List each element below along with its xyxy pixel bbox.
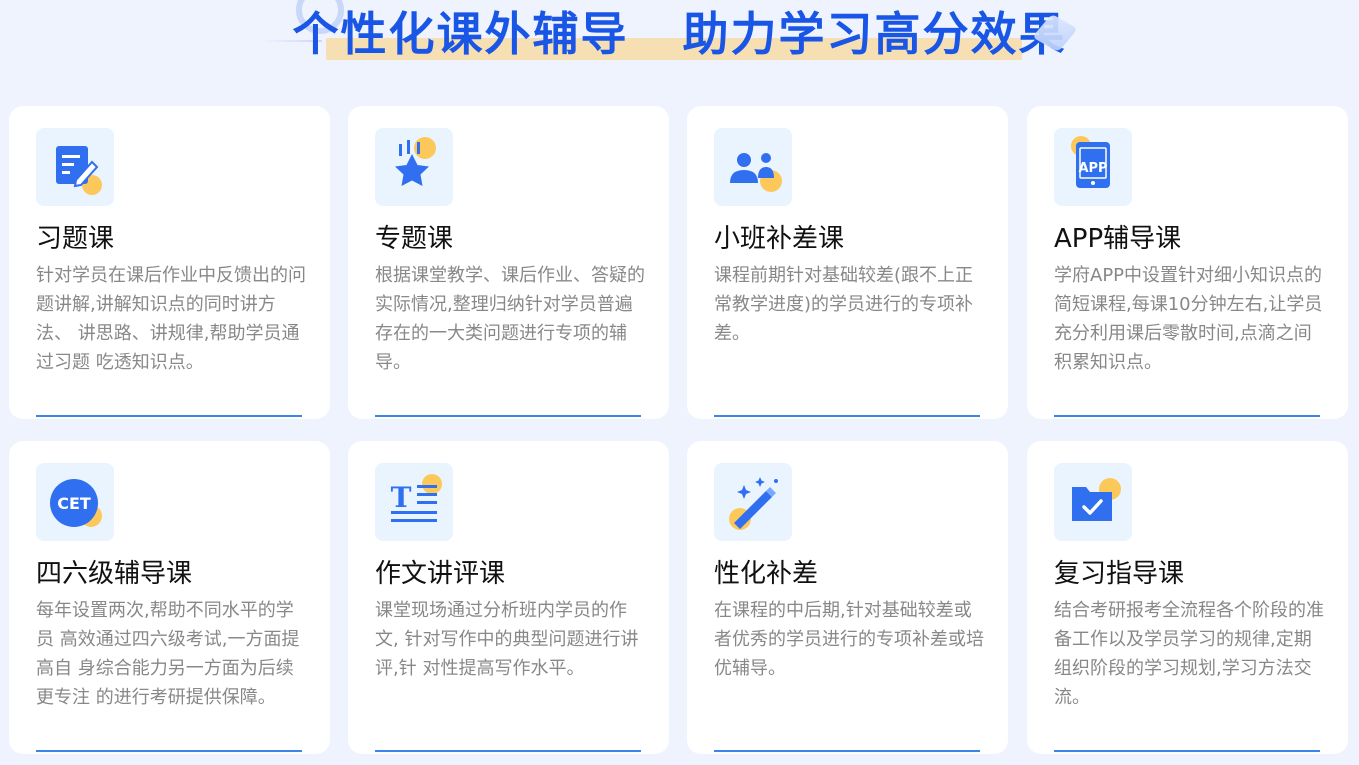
star-icon (375, 128, 453, 206)
course-title: 性化补差 (714, 559, 819, 589)
course-title: 小班补差课 (714, 224, 845, 254)
course-card-app[interactable]: APP APP辅导课 学府APP中设置针对细小知识点的 简短课程,每课10分钟左… (1027, 106, 1348, 419)
course-title: 复习指导课 (1054, 559, 1185, 589)
document-edit-icon (36, 128, 114, 206)
card-divider (36, 750, 302, 752)
card-divider (714, 750, 980, 752)
course-title: 作文讲评课 (375, 559, 506, 589)
card-divider (1054, 415, 1320, 417)
course-description: 结合考研报考全流程各个阶段的准 备工作以及学员学习的规律,定期 组织阶段的学习规… (1054, 600, 1324, 708)
card-divider (36, 415, 302, 417)
course-title: APP辅导课 (1054, 224, 1182, 254)
card-divider (714, 415, 980, 417)
text-format-icon: T (375, 463, 453, 541)
course-grid: 习题课 针对学员在课后作业中反馈出的问 题讲解,讲解知识点的同时讲方法、 讲思路… (0, 0, 1359, 765)
course-description: 针对学员在课后作业中反馈出的问 题讲解,讲解知识点的同时讲方法、 讲思路、讲规律… (36, 265, 306, 373)
course-card-topic[interactable]: 专题课 根据课堂教学、课后作业、答疑的 实际情况,整理归纳针对学员普遍 存在的一… (348, 106, 669, 419)
card-divider (1054, 750, 1320, 752)
course-description: 学府APP中设置针对细小知识点的 简短课程,每课10分钟左右,让学员 充分利用课… (1054, 265, 1323, 373)
card-divider (375, 750, 641, 752)
folder-check-icon (1054, 463, 1132, 541)
cet-icon: CET (36, 463, 114, 541)
course-title: 四六级辅导课 (36, 559, 193, 589)
users-icon (714, 128, 792, 206)
cet-icon-label: CET (57, 494, 91, 513)
course-description: 课程前期针对基础较差(跟不上正常教学进度)的学员进行的专项补差。 (714, 265, 974, 344)
app-icon: APP (1054, 128, 1132, 206)
course-card-small-class[interactable]: 小班补差课 课程前期针对基础较差(跟不上正常教学进度)的学员进行的专项补差。 (687, 106, 1008, 419)
course-card-cet[interactable]: CET 四六级辅导课 每年设置两次,帮助不同水平的学员 高效通过四六级考试,一方… (9, 441, 330, 754)
course-card-essay[interactable]: T 作文讲评课 课堂现场通过分析班内学员的作文, 针对写作中的典型问题进行讲评,… (348, 441, 669, 754)
course-card-exercise[interactable]: 习题课 针对学员在课后作业中反馈出的问 题讲解,讲解知识点的同时讲方法、 讲思路… (9, 106, 330, 419)
course-title: 专题课 (375, 224, 454, 254)
card-divider (375, 415, 641, 417)
t-glyph: T (391, 481, 412, 514)
course-card-personalized[interactable]: 性化补差 在课程的中后期,针对基础较差或者优秀的学员进行的专项补差或培优辅导。 (687, 441, 1008, 754)
course-description: 根据课堂教学、课后作业、答疑的 实际情况,整理归纳针对学员普遍 存在的一大类问题… (375, 265, 645, 373)
course-description: 课堂现场通过分析班内学员的作文, 针对写作中的典型问题进行讲评,针 对性提高写作… (375, 600, 639, 679)
app-icon-label: APP (1078, 161, 1107, 176)
course-card-review[interactable]: 复习指导课 结合考研报考全流程各个阶段的准 备工作以及学员学习的规律,定期 组织… (1027, 441, 1348, 754)
course-description: 每年设置两次,帮助不同水平的学员 高效通过四六级考试,一方面提高自 身综合能力另… (36, 600, 300, 708)
course-title: 习题课 (36, 224, 115, 254)
magic-wand-icon (714, 463, 792, 541)
course-description: 在课程的中后期,针对基础较差或者优秀的学员进行的专项补差或培优辅导。 (714, 600, 984, 679)
